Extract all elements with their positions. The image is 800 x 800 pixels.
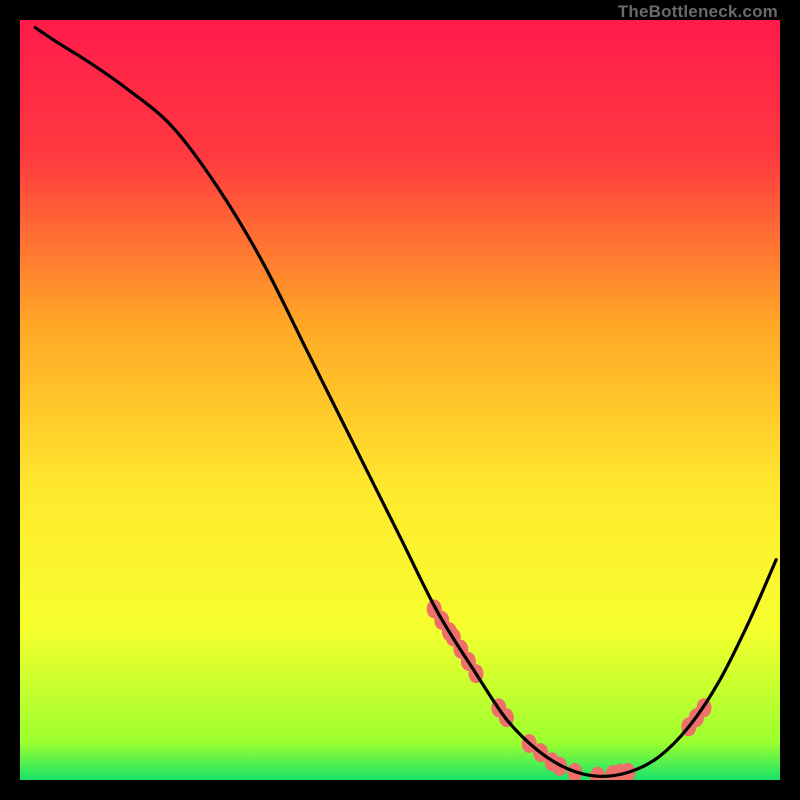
chart-svg — [20, 20, 780, 780]
chart-frame: TheBottleneck.com — [20, 20, 780, 780]
chart-background — [20, 20, 780, 780]
watermark-text: TheBottleneck.com — [618, 2, 778, 22]
